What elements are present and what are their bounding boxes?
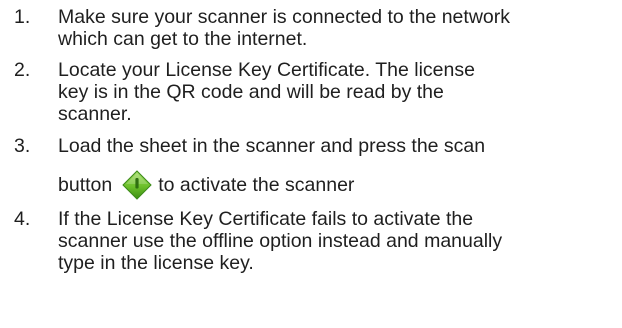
step-line: scanner use the offline option instead a… [58,230,503,252]
step-line: key is in the QR code and will be read b… [58,81,444,103]
step-text: Load the sheet in the scanner and press … [58,135,618,200]
step-line-before-icon: button [58,174,113,196]
step-number: 3. [14,135,31,157]
step-line: Load the sheet in the scanner and press … [58,135,486,157]
step-line: If the License Key Certificate fails to … [58,208,474,230]
step-number: 1. [14,6,31,28]
step-number: 4. [14,208,31,230]
step-line-after-icon: to activate the scanner [158,174,355,196]
scan-button-icon [122,170,152,200]
step-text: If the License Key Certificate fails to … [58,208,618,274]
step-text: Locate your License Key Certificate. The… [58,59,618,125]
step-line-with-icon: button to activate the scanner [58,170,618,200]
step-line: scanner. [58,103,132,125]
step-line: type in the license key. [58,252,254,274]
step-line: Make sure your scanner is connected to t… [58,6,510,28]
step-number: 2. [14,59,31,81]
step-line: Locate your License Key Certificate. The… [58,59,475,81]
step-line: which can get to the internet. [58,28,308,50]
step-text: Make sure your scanner is connected to t… [58,6,618,50]
